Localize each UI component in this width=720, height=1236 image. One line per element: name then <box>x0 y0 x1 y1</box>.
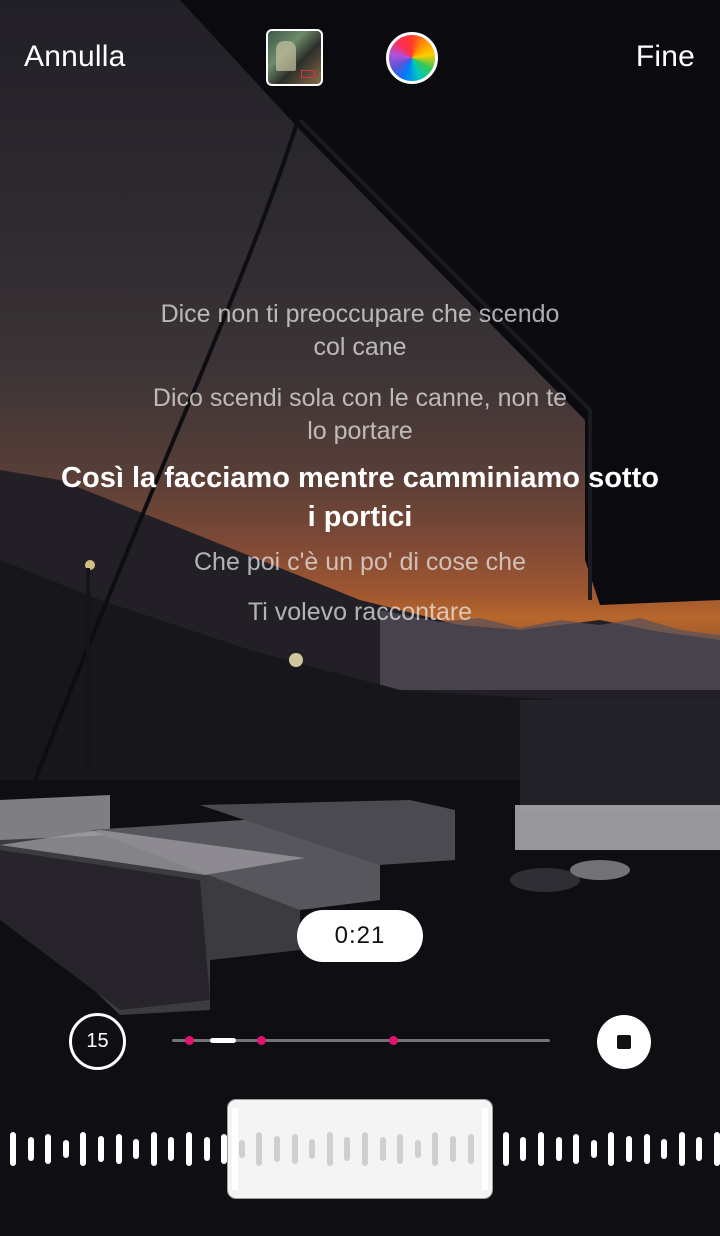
waveform-bar <box>626 1136 632 1162</box>
waveform-bar <box>221 1134 228 1164</box>
cancel-button[interactable]: Annulla <box>24 40 125 74</box>
done-button[interactable]: Fine <box>636 40 695 74</box>
lyric-text: lo portare <box>307 417 413 445</box>
lyric-text: i portici <box>307 501 413 533</box>
waveform-bar <box>168 1137 175 1161</box>
waveform-bar <box>643 1134 650 1164</box>
waveform-bar <box>450 1136 456 1162</box>
waveform-bar <box>291 1134 298 1164</box>
waveform-bar <box>274 1136 280 1162</box>
waveform-bar <box>238 1140 245 1158</box>
skip-15-icon[interactable]: 15 <box>69 1013 126 1070</box>
lyric-line[interactable]: Dice non ti preoccupare che scendo col c… <box>0 298 720 364</box>
stop-icon[interactable] <box>597 1015 651 1069</box>
lyric-line[interactable]: Ti volevo raccontare <box>0 596 720 629</box>
waveform-bar <box>555 1137 562 1161</box>
waveform-bar <box>696 1137 703 1161</box>
waveform-bar <box>714 1132 720 1166</box>
lyric-text: Dico scendi sola con le canne, non te <box>152 384 568 412</box>
waveform-bar <box>678 1132 685 1166</box>
lyric-line-active[interactable]: Così la facciamo mentre camminiamo sotto… <box>0 459 720 537</box>
waveform-bar <box>538 1132 544 1166</box>
waveform-bar <box>397 1134 404 1164</box>
waveform-bar <box>661 1139 668 1159</box>
waveform-bar <box>115 1134 122 1164</box>
lyric-text: col cane <box>313 333 407 361</box>
lyric-line[interactable]: Dico scendi sola con le canne, non te lo… <box>0 382 720 448</box>
lyric-text: Ti volevo raccontare <box>247 598 473 626</box>
waveform-bar <box>432 1132 439 1166</box>
waveform-bar <box>133 1139 140 1159</box>
lyric-line[interactable]: Che poi c'è un po' di cose che <box>0 546 720 579</box>
skip-label: 15 <box>86 1030 109 1052</box>
waveform-bar <box>379 1137 386 1161</box>
waveform-bar <box>608 1132 615 1166</box>
album-cover-icon[interactable] <box>266 29 323 86</box>
waveform-bar <box>414 1140 421 1158</box>
waveform-bar <box>186 1132 192 1166</box>
waveform-bar <box>326 1132 333 1166</box>
waveform-bar <box>362 1132 368 1166</box>
color-wheel-icon[interactable] <box>386 32 438 84</box>
lyric-marker <box>256 1036 266 1045</box>
progress-track[interactable] <box>172 1036 550 1045</box>
waveform-bar <box>344 1137 351 1161</box>
waveform-bar <box>203 1137 210 1161</box>
waveform-bar <box>10 1132 16 1166</box>
lyric-text: Così la facciamo mentre camminiamo sotto <box>61 462 659 494</box>
lyric-text: Che poi c'è un po' di cose che <box>194 548 526 576</box>
waveform-bar <box>80 1132 87 1166</box>
waveform-bar <box>590 1140 597 1158</box>
waveform-bar <box>467 1134 474 1164</box>
waveform-bar <box>256 1132 263 1166</box>
progress-fill <box>209 1038 237 1043</box>
waveform-bar <box>62 1140 69 1158</box>
lyric-text: Dice non ti preoccupare che scendo <box>160 300 560 328</box>
waveform-bar <box>309 1139 316 1159</box>
clip-selection-handle[interactable] <box>228 1100 492 1198</box>
waveform-bar <box>98 1136 104 1162</box>
waveform-bar <box>502 1132 509 1166</box>
waveform-bar <box>150 1132 157 1166</box>
waveform-bar <box>573 1134 580 1164</box>
waveform-bar <box>520 1137 527 1161</box>
waveform-bar <box>27 1137 34 1161</box>
current-time-badge: 0:21 <box>297 910 423 962</box>
top-bar: Annulla Fine <box>0 0 720 110</box>
waveform-bar <box>45 1134 52 1164</box>
